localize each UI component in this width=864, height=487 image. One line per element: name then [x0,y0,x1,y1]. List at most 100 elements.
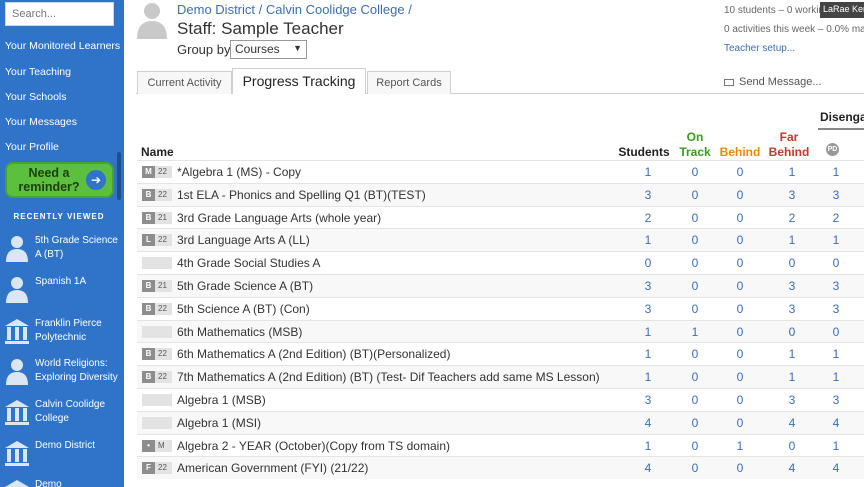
table-row[interactable]: Algebra 1 (MSB) 3 0 0 3 3 [137,387,864,411]
table-row[interactable]: 4th Grade Social Studies A 0 0 0 0 0 [137,251,864,274]
pd-count[interactable]: 0 [821,325,851,339]
students-count[interactable]: 1 [633,233,663,247]
sidebar-link-monitored-learners[interactable]: Your Monitored Learners [5,40,120,52]
table-row[interactable]: • M Algebra 2 - YEAR (October)(Copy from … [137,433,864,457]
on-track-count[interactable]: 0 [680,302,710,316]
behind-count[interactable]: 0 [725,302,755,316]
students-count[interactable]: 3 [633,188,663,202]
recent-item[interactable]: Demo District [2,439,120,475]
far-behind-count[interactable]: 3 [777,393,807,407]
course-name-link[interactable]: Algebra 1 (MSB) [177,393,266,407]
students-count[interactable]: 3 [633,302,663,316]
on-track-count[interactable]: 0 [680,165,710,179]
table-row[interactable]: M 22 *Algebra 1 (MS) - Copy 1 0 0 1 1 [137,160,864,183]
table-row[interactable]: B 22 1st ELA - Phonics and Spelling Q1 (B… [137,182,864,206]
pd-count[interactable]: 4 [821,461,851,475]
group-by-select[interactable]: Courses ▼ [230,40,307,59]
table-row[interactable]: B 21 3rd Grade Language Arts (whole year)… [137,205,864,229]
course-name-link[interactable]: 3rd Grade Language Arts (whole year) [177,211,381,225]
user-name-badge[interactable]: LaRae Ken [820,2,864,18]
far-behind-count[interactable]: 4 [777,461,807,475]
behind-count[interactable]: 0 [725,347,755,361]
on-track-count[interactable]: 0 [680,256,710,270]
table-row[interactable]: Algebra 1 (MSI) 4 0 0 4 4 [137,410,864,434]
table-row[interactable]: B 22 5th Science A (BT) (Con) 3 0 0 3 3 [137,296,864,320]
pd-count[interactable]: 3 [821,302,851,316]
recent-item[interactable]: Demo [2,478,120,487]
recent-item[interactable]: World Religions: Exploring Diversity [2,357,120,393]
behind-count[interactable]: 0 [725,461,755,475]
behind-count[interactable]: 0 [725,165,755,179]
tab-progress-tracking[interactable]: Progress Tracking [232,68,366,94]
far-behind-count[interactable]: 1 [777,370,807,384]
recent-item[interactable]: Franklin Pierce Polytechnic [2,317,120,353]
students-count[interactable]: 2 [633,211,663,225]
column-header-far-behind[interactable]: Far Behind [762,130,816,160]
behind-count[interactable]: 0 [725,188,755,202]
pd-count[interactable]: 2 [821,211,851,225]
students-count[interactable]: 3 [633,279,663,293]
column-header-students[interactable]: Students [616,145,672,160]
on-track-count[interactable]: 0 [680,461,710,475]
far-behind-count[interactable]: 3 [777,302,807,316]
pd-count[interactable]: 1 [821,233,851,247]
pd-count[interactable]: 1 [821,347,851,361]
course-name-link[interactable]: 4th Grade Social Studies A [177,256,320,270]
far-behind-count[interactable]: 0 [777,439,807,453]
course-name-link[interactable]: American Government (FYI) (21/22) [177,461,368,475]
behind-count[interactable]: 0 [725,393,755,407]
course-name-link[interactable]: 1st ELA - Phonics and Spelling Q1 (BT)(T… [177,188,426,202]
column-header-behind[interactable]: Behind [716,145,764,160]
breadcrumb[interactable]: Demo District / Calvin Coolidge College … [177,2,412,17]
recent-item[interactable]: Calvin Coolidge College [2,398,120,434]
far-behind-count[interactable]: 0 [777,256,807,270]
sidebar-link-your-profile[interactable]: Your Profile [5,141,59,153]
column-header-name[interactable]: Name [141,145,174,160]
behind-count[interactable]: 1 [725,439,755,453]
table-row[interactable]: L 22 3rd Language Arts A (LL) 1 0 0 1 1 [137,228,864,252]
on-track-count[interactable]: 0 [680,211,710,225]
far-behind-count[interactable]: 3 [777,188,807,202]
behind-count[interactable]: 0 [725,233,755,247]
pd-count[interactable]: 4 [821,416,851,430]
column-header-on-track[interactable]: On Track [672,130,718,160]
far-behind-count[interactable]: 0 [777,325,807,339]
course-name-link[interactable]: 5th Grade Science A (BT) [177,279,313,293]
behind-count[interactable]: 0 [725,256,755,270]
students-count[interactable]: 1 [633,439,663,453]
pd-count[interactable]: 0 [821,256,851,270]
students-count[interactable]: 1 [633,325,663,339]
pd-count[interactable]: 1 [821,370,851,384]
far-behind-count[interactable]: 4 [777,416,807,430]
behind-count[interactable]: 0 [725,416,755,430]
pd-count[interactable]: 1 [821,439,851,453]
course-name-link[interactable]: 3rd Language Arts A (LL) [177,233,310,247]
course-name-link[interactable]: Algebra 1 (MSI) [177,416,261,430]
send-message-link[interactable]: Send Message... [724,76,822,88]
pd-count[interactable]: 1 [821,165,851,179]
table-row[interactable]: B 21 5th Grade Science A (BT) 3 0 0 3 3 [137,273,864,297]
on-track-count[interactable]: 0 [680,279,710,293]
pd-count[interactable]: 3 [821,393,851,407]
on-track-count[interactable]: 0 [680,439,710,453]
on-track-count[interactable]: 1 [680,325,710,339]
sidebar-scrollbar[interactable] [117,152,121,200]
tab-report-cards[interactable]: Report Cards [367,71,451,94]
behind-count[interactable]: 0 [725,370,755,384]
on-track-count[interactable]: 0 [680,416,710,430]
on-track-count[interactable]: 0 [680,188,710,202]
students-count[interactable]: 0 [633,256,663,270]
pd-count[interactable]: 3 [821,188,851,202]
recent-item[interactable]: Spanish 1A [2,275,120,311]
table-row[interactable]: B 22 6th Mathematics A (2nd Edition) (BT)… [137,342,864,365]
sidebar-link-your-teaching[interactable]: Your Teaching [5,66,71,78]
search-input[interactable] [5,2,114,26]
teacher-setup-link[interactable]: Teacher setup... [724,43,795,54]
course-name-link[interactable]: *Algebra 1 (MS) - Copy [177,165,301,179]
table-row[interactable]: F 22 American Government (FYI) (21/22) 4 … [137,456,864,480]
students-count[interactable]: 4 [633,461,663,475]
sidebar-link-your-messages[interactable]: Your Messages [5,116,77,128]
course-name-link[interactable]: Algebra 2 - YEAR (October)(Copy from TS … [177,439,450,453]
students-count[interactable]: 1 [633,165,663,179]
course-name-link[interactable]: 6th Mathematics A (2nd Edition) (BT)(Per… [177,347,450,361]
